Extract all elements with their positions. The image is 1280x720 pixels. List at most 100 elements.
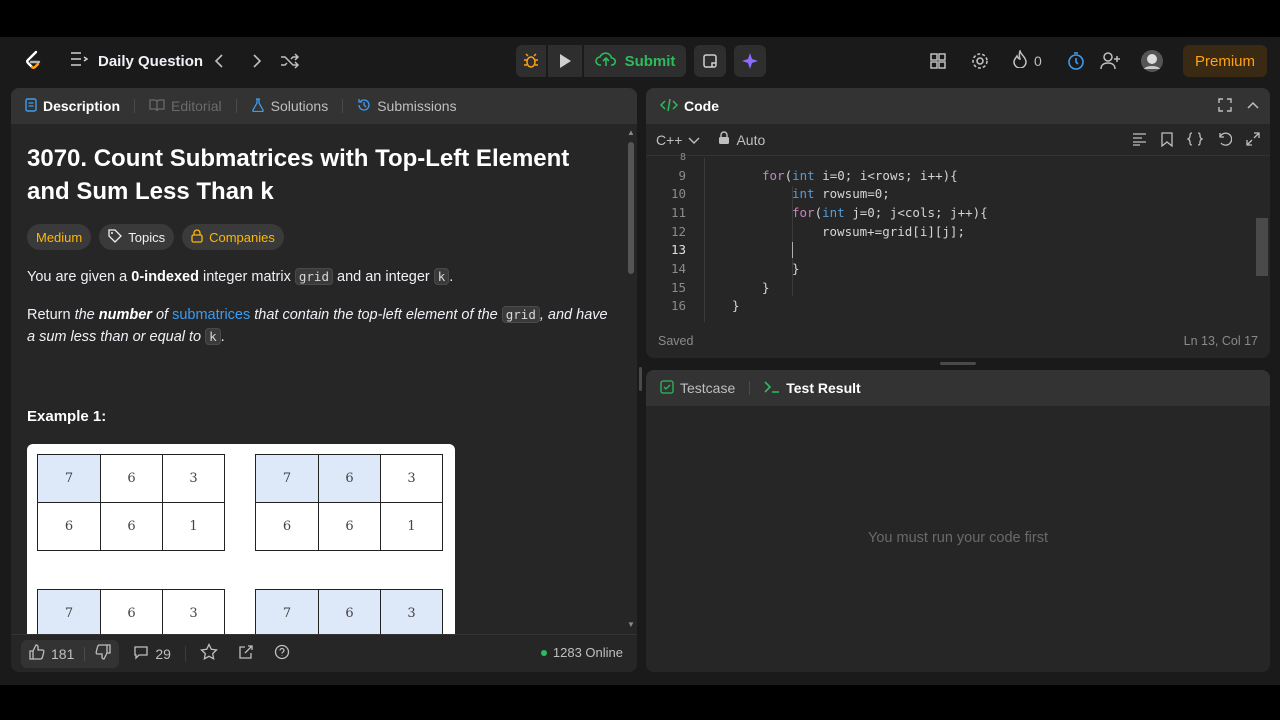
random-problem-shuffle-icon[interactable]: [278, 49, 302, 73]
example-grid-2: 7 6 3 6 6 1: [255, 454, 443, 551]
fullscreen-expand-icon[interactable]: [1246, 132, 1260, 150]
submatrices-link[interactable]: submatrices: [172, 307, 250, 323]
grid-cell: 6: [101, 455, 163, 503]
online-dot-icon: [540, 649, 547, 656]
ai-sparkle-icon[interactable]: [734, 45, 766, 77]
comment-bubble-icon: [133, 644, 149, 663]
scrollbar-thumb[interactable]: [628, 142, 634, 274]
run-play-button[interactable]: [548, 45, 582, 77]
grid-cell: 7: [38, 455, 101, 503]
tab-testcase[interactable]: Testcase: [660, 379, 735, 397]
language-select[interactable]: C++: [656, 132, 700, 148]
editor-actions: [1132, 132, 1260, 150]
description-footer: 181 29 1283 Online: [11, 634, 637, 672]
result-tabbar: Testcase Test Result: [646, 370, 1270, 406]
tab-editorial[interactable]: Editorial: [149, 98, 222, 115]
code-line-15: }: [762, 280, 770, 295]
submit-button[interactable]: Submit: [584, 45, 686, 77]
companies-button[interactable]: Companies: [182, 224, 284, 250]
text: integer matrix: [198, 269, 295, 285]
star-favorite-icon[interactable]: [200, 642, 218, 664]
lock-icon: [191, 228, 203, 246]
user-avatar[interactable]: [1140, 49, 1164, 73]
streak-counter[interactable]: 0: [1012, 47, 1042, 73]
prev-problem-chevron-left-icon[interactable]: [208, 49, 232, 73]
share-external-icon[interactable]: [238, 644, 254, 663]
emphasis-text: number: [98, 307, 152, 323]
tab-editorial-label: Editorial: [171, 98, 222, 114]
code-line-11: for(int j=0; j<cols; j++){: [792, 205, 988, 220]
debug-bug-icon[interactable]: [516, 45, 546, 77]
comments-button[interactable]: 29: [133, 644, 171, 663]
leetcode-logo-icon[interactable]: [22, 49, 46, 73]
result-panel: Testcase Test Result You must run your c…: [646, 370, 1270, 672]
divider: [84, 646, 86, 661]
divider: [184, 645, 186, 662]
italic-text: , and have: [539, 307, 608, 323]
vertical-resize-handle[interactable]: [639, 367, 642, 391]
problem-list-button[interactable]: Daily Question: [70, 49, 203, 73]
code-line-16: }: [732, 298, 740, 313]
tab-solutions[interactable]: Solutions: [251, 97, 328, 115]
example-grid-1: 7 6 3 6 6 1: [37, 454, 225, 551]
next-problem-chevron-right-icon[interactable]: [244, 49, 268, 73]
emphasis-text: 0-indexed: [131, 269, 199, 285]
braces-icon[interactable]: [1186, 132, 1204, 150]
collapse-chevron-up-icon[interactable]: [1246, 98, 1260, 115]
empty-result-message: You must run your code first: [868, 530, 1048, 546]
scroll-up-arrow-icon[interactable]: ▲: [627, 128, 635, 137]
text: .: [449, 269, 454, 285]
inline-code: grid: [501, 306, 540, 323]
difficulty-badge[interactable]: Medium: [27, 224, 92, 250]
add-collaborator-user-plus-icon[interactable]: [1100, 49, 1122, 73]
text: and an integer: [332, 269, 434, 285]
example-grid-4: 7 6 3: [255, 589, 443, 638]
topics-button[interactable]: Topics: [99, 224, 175, 250]
layout-grid-icon[interactable]: [928, 49, 948, 73]
like-button[interactable]: 181: [21, 639, 120, 668]
grid-cell: 7: [38, 590, 101, 638]
bookmark-icon[interactable]: [1161, 132, 1173, 150]
italic-text: that contain the top-left element of the: [250, 307, 502, 323]
settings-gear-icon[interactable]: [970, 49, 990, 73]
maximize-expand-icon[interactable]: [1218, 98, 1232, 115]
description-panel: Description Editorial Solutions Submissi…: [11, 88, 637, 672]
reset-undo-icon[interactable]: [1217, 132, 1233, 150]
grid-cell: 3: [381, 455, 443, 503]
italic-text: a sum less than or equal to: [27, 329, 206, 345]
thumbs-down-icon[interactable]: [95, 644, 112, 663]
mode-label: Auto: [736, 131, 766, 148]
line-number: 9: [678, 168, 686, 183]
tab-code[interactable]: Code: [659, 98, 719, 115]
companies-label: Companies: [209, 229, 275, 245]
italic-text: the: [74, 307, 99, 323]
help-question-icon[interactable]: [274, 644, 290, 663]
tab-submissions-label: Submissions: [377, 98, 457, 114]
format-lines-icon[interactable]: [1132, 132, 1147, 150]
premium-button[interactable]: Premium: [1183, 45, 1267, 77]
editor-scrollbar-thumb[interactable]: [1256, 218, 1268, 276]
tab-description[interactable]: Description: [25, 97, 120, 115]
timer-stopwatch-icon[interactable]: [1066, 49, 1086, 73]
autocomplete-mode[interactable]: Auto: [718, 131, 765, 148]
notes-icon[interactable]: [694, 45, 726, 77]
checkbox-icon: [660, 379, 674, 397]
problem-paragraph-1: You are given a 0-indexed integer matrix…: [27, 266, 611, 288]
description-scrollbar[interactable]: ▲ ▼: [626, 128, 635, 633]
grid-cell: 6: [101, 503, 163, 551]
tab-submissions[interactable]: Submissions: [357, 98, 457, 115]
tab-code-label: Code: [684, 98, 719, 114]
code-editor[interactable]: 8 9 10 11 12 13 14 15 16 for(int i=0; i<…: [646, 152, 1270, 322]
example-heading: Example 1:: [27, 408, 107, 425]
tab-test-result[interactable]: Test Result: [764, 380, 861, 397]
panel-resize-handle[interactable]: [940, 362, 976, 365]
tab-test-result-label: Test Result: [786, 380, 861, 396]
scroll-down-arrow-icon[interactable]: ▼: [627, 620, 635, 629]
grid-cell: 6: [256, 503, 319, 551]
list-icon: [70, 51, 89, 71]
grid-cell: 7: [256, 455, 319, 503]
grid-cell: 1: [163, 503, 225, 551]
grid-cell: 6: [38, 503, 101, 551]
text: Return: [27, 307, 75, 323]
code-tabbar: Code: [646, 88, 1270, 124]
